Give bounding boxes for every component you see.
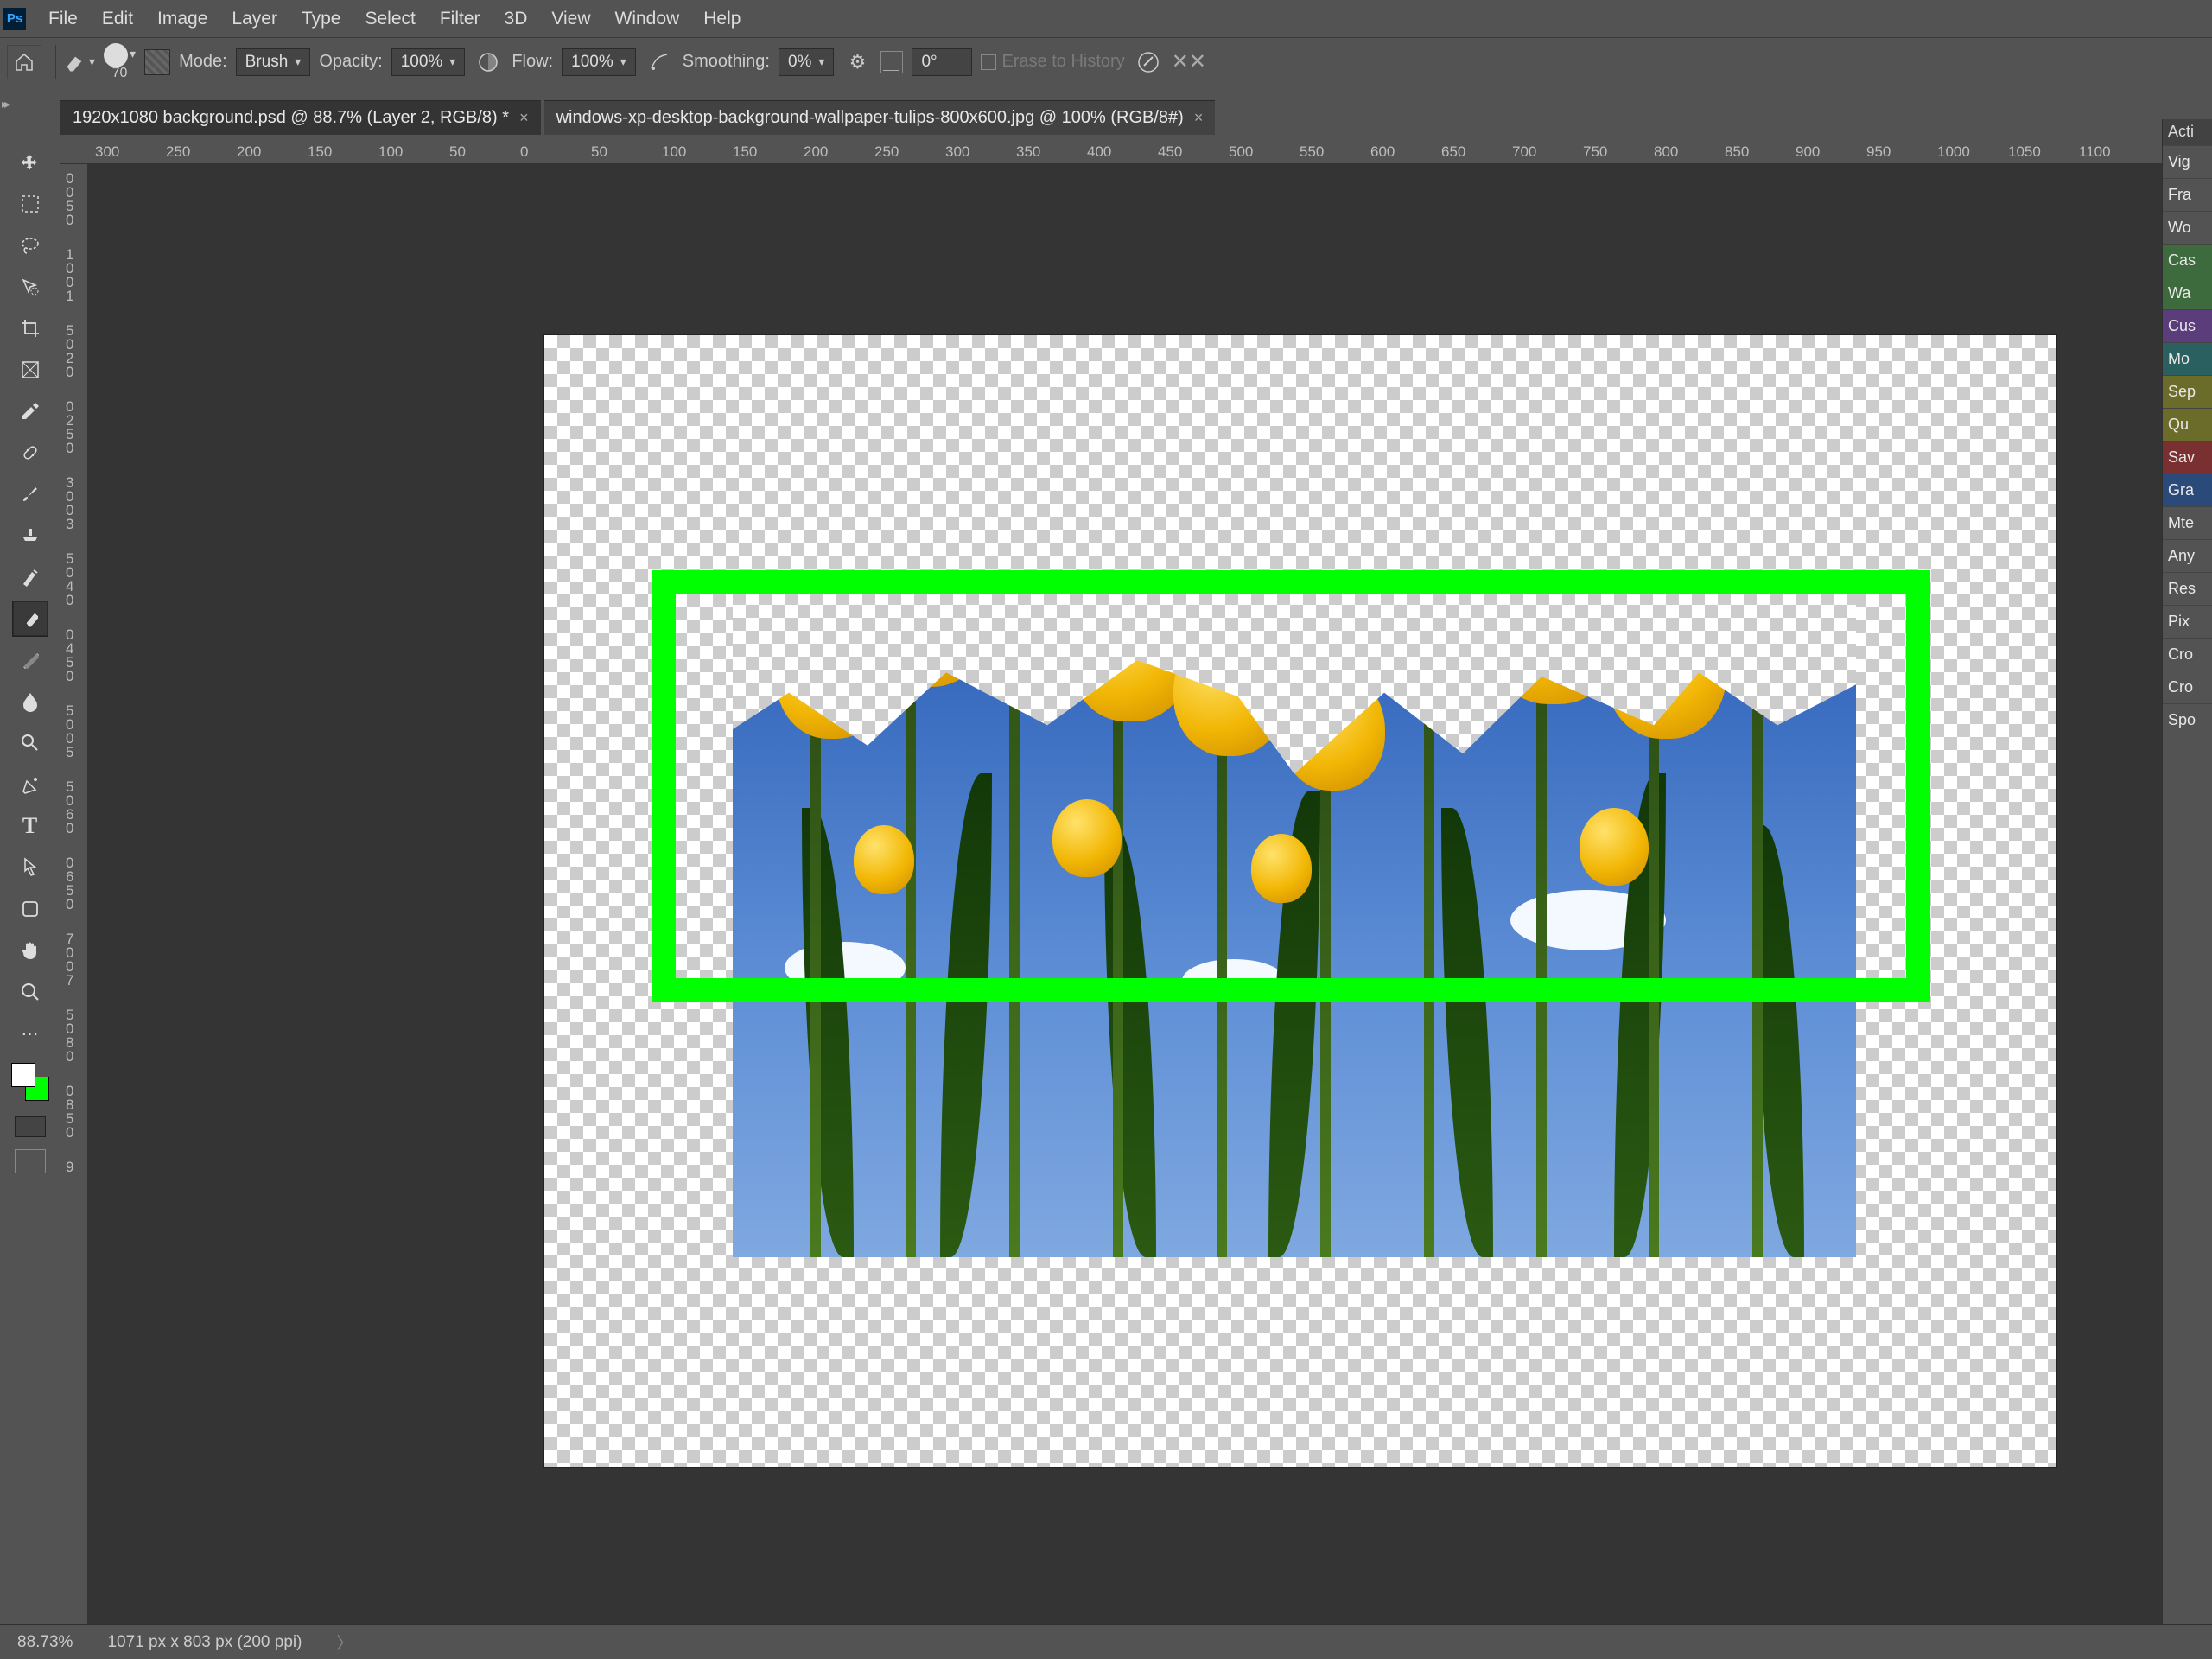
crop-tool[interactable]: [13, 311, 48, 346]
shape-tool[interactable]: [13, 892, 48, 926]
eyedropper-tool[interactable]: [13, 394, 48, 429]
menu-view[interactable]: View: [539, 9, 602, 29]
doc-tab-active[interactable]: 1920x1080 background.psd @ 88.7% (Layer …: [60, 100, 541, 135]
airbrush-icon[interactable]: [645, 48, 674, 77]
action-item[interactable]: Spo: [2163, 703, 2212, 736]
brush-panel-toggle[interactable]: [144, 49, 170, 75]
action-item[interactable]: Cus: [2163, 309, 2212, 342]
opacity-select[interactable]: 100%▾: [391, 48, 466, 76]
clone-stamp-tool[interactable]: [13, 518, 48, 553]
action-item[interactable]: Cro: [2163, 671, 2212, 703]
action-item[interactable]: Sav: [2163, 441, 2212, 474]
action-item[interactable]: Mte: [2163, 506, 2212, 539]
eraser-tool[interactable]: [13, 601, 48, 636]
quick-select-tool[interactable]: [13, 270, 48, 304]
eraser-tool-icon[interactable]: ▾: [61, 51, 95, 73]
angle-input[interactable]: 0°: [912, 48, 972, 76]
doc-tab[interactable]: windows-xp-desktop-background-wallpaper-…: [544, 100, 1216, 135]
menu-bar: Ps File Edit Image Layer Type Select Fil…: [0, 0, 2212, 38]
flow-label: Flow:: [512, 52, 553, 72]
brush-preset-picker[interactable]: ▾ 70: [104, 43, 136, 81]
status-dims[interactable]: 1071 px x 803 px (200 ppi): [107, 1633, 302, 1652]
status-zoom[interactable]: 88.73%: [17, 1633, 73, 1652]
menu-edit[interactable]: Edit: [90, 9, 145, 29]
frame-tool[interactable]: [13, 353, 48, 387]
path-select-tool[interactable]: [13, 850, 48, 885]
tablet-pressure-icon[interactable]: [1134, 48, 1163, 77]
action-item[interactable]: Vig: [2163, 145, 2212, 178]
home-button[interactable]: [7, 45, 41, 79]
marquee-tool[interactable]: [13, 187, 48, 221]
status-bar: 88.73% 1071 px x 803 px (200 ppi) 〉: [0, 1624, 2212, 1659]
smoothing-select[interactable]: 0%▾: [779, 48, 835, 76]
action-item[interactable]: Mo: [2163, 342, 2212, 375]
pen-tool[interactable]: [13, 767, 48, 802]
smoothing-gear-icon[interactable]: ⚙: [842, 48, 872, 77]
gradient-tool[interactable]: [13, 643, 48, 677]
history-brush-tool[interactable]: [13, 560, 48, 594]
opacity-pressure-icon[interactable]: [474, 48, 503, 77]
mode-label: Mode:: [179, 52, 227, 72]
brush-size-label: 70: [112, 66, 128, 81]
menu-window[interactable]: Window: [603, 9, 692, 29]
mode-select[interactable]: Brush▾: [236, 48, 311, 76]
close-tab-icon[interactable]: ×: [519, 109, 529, 127]
ruler-horizontal[interactable]: 3002502001501005005010015020025030035040…: [60, 137, 2162, 164]
action-item[interactable]: Gra: [2163, 474, 2212, 506]
canvas-area[interactable]: [88, 164, 2162, 1624]
smoothing-label: Smoothing:: [683, 52, 770, 72]
menu-image[interactable]: Image: [145, 9, 219, 29]
app-icon: Ps: [3, 8, 26, 30]
toolbox: T ⋯: [0, 137, 60, 1624]
erase-to-history-checkbox[interactable]: Erase to History: [981, 52, 1124, 72]
menu-layer[interactable]: Layer: [219, 9, 289, 29]
lasso-tool[interactable]: [13, 228, 48, 263]
menu-filter[interactable]: Filter: [428, 9, 493, 29]
action-item[interactable]: Qu: [2163, 408, 2212, 441]
expand-panels-icon[interactable]: ▸▸: [2, 97, 7, 111]
divider: [55, 45, 56, 79]
menu-type[interactable]: Type: [289, 9, 353, 29]
healing-tool[interactable]: [13, 435, 48, 470]
action-item[interactable]: Fra: [2163, 178, 2212, 211]
hand-tool[interactable]: [13, 933, 48, 968]
menu-help[interactable]: Help: [691, 9, 753, 29]
move-tool[interactable]: [13, 145, 48, 180]
screen-mode-toggle[interactable]: [15, 1149, 46, 1173]
opacity-label: Opacity:: [319, 52, 382, 72]
ruler-vertical[interactable]: 0050100150200250300350400450500550600650…: [60, 164, 88, 1624]
action-item[interactable]: Pix: [2163, 605, 2212, 638]
action-item[interactable]: Cas: [2163, 244, 2212, 276]
quick-mask-toggle[interactable]: [15, 1116, 46, 1137]
action-item[interactable]: Wo: [2163, 211, 2212, 244]
flow-select[interactable]: 100%▾: [562, 48, 636, 76]
action-item[interactable]: Any: [2163, 539, 2212, 572]
menu-select[interactable]: Select: [353, 9, 427, 29]
symmetry-icon[interactable]: ✕✕: [1172, 49, 1206, 74]
more-tools[interactable]: ⋯: [13, 1016, 48, 1051]
options-bar: ▾ ▾ 70 Mode: Brush▾ Opacity: 100%▾ Flow:…: [0, 38, 2212, 86]
menu-3d[interactable]: 3D: [493, 9, 540, 29]
action-item[interactable]: Res: [2163, 572, 2212, 605]
dodge-tool[interactable]: [13, 726, 48, 760]
action-item[interactable]: Cro: [2163, 638, 2212, 671]
status-arrow-icon[interactable]: 〉: [336, 1630, 353, 1654]
close-tab-icon[interactable]: ×: [1194, 109, 1204, 127]
highlight-annotation: [652, 570, 1930, 1002]
zoom-tool[interactable]: [13, 975, 48, 1009]
type-tool[interactable]: T: [13, 809, 48, 843]
angle-icon[interactable]: [880, 51, 903, 73]
action-item[interactable]: Sep: [2163, 375, 2212, 408]
blur-tool[interactable]: [13, 684, 48, 719]
actions-panel: Acti VigFraWoCasWaCusMoSepQuSavGraMteAny…: [2162, 119, 2212, 1624]
action-item[interactable]: Wa: [2163, 276, 2212, 309]
document-tabs: 1920x1080 background.psd @ 88.7% (Layer …: [60, 97, 1218, 135]
color-swatches[interactable]: [11, 1063, 49, 1101]
brush-tool[interactable]: [13, 477, 48, 512]
actions-header[interactable]: Acti: [2163, 119, 2212, 145]
menu-file[interactable]: File: [36, 9, 90, 29]
